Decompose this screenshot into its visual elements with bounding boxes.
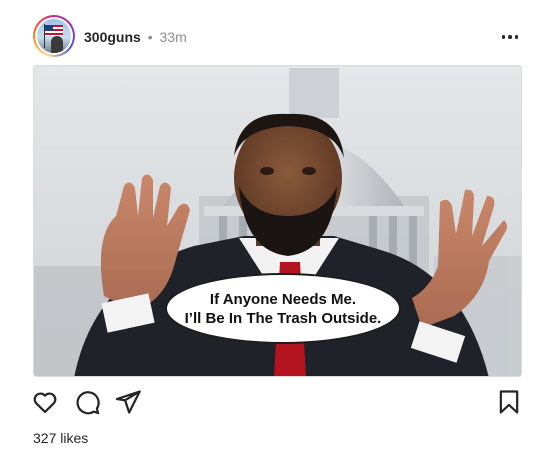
avatar-figure (51, 36, 63, 53)
caption-line-1: If Anyone Needs Me. (209, 290, 357, 308)
username-link[interactable]: 300guns (84, 29, 141, 45)
bookmark-icon[interactable] (495, 388, 523, 416)
action-bar (0, 388, 550, 418)
heart-icon[interactable] (31, 388, 59, 416)
dot-1 (501, 35, 506, 39)
caption-bubble: If Anyone Needs Me. I’ll Be In The Trash… (165, 273, 401, 344)
more-options-icon[interactable] (498, 28, 522, 46)
flag-icon (45, 25, 63, 36)
avatar[interactable] (37, 19, 71, 53)
separator-dot: • (147, 29, 153, 45)
likes-count[interactable]: 327 likes (33, 429, 88, 447)
timestamp[interactable]: 33m (160, 29, 187, 45)
comment-icon[interactable] (73, 388, 101, 416)
dot-2 (508, 35, 512, 39)
story-ring[interactable] (33, 15, 75, 57)
avatar-frame (35, 17, 73, 55)
send-icon[interactable] (114, 388, 142, 416)
post-header: 300guns • 33m (0, 0, 550, 66)
dot-3 (514, 35, 519, 39)
post-image[interactable]: If Anyone Needs Me. I’ll Be In The Trash… (33, 65, 522, 377)
author-line: 300guns • 33m (84, 28, 187, 46)
caption-line-2: I’ll Be In The Trash Outside. (184, 309, 382, 327)
